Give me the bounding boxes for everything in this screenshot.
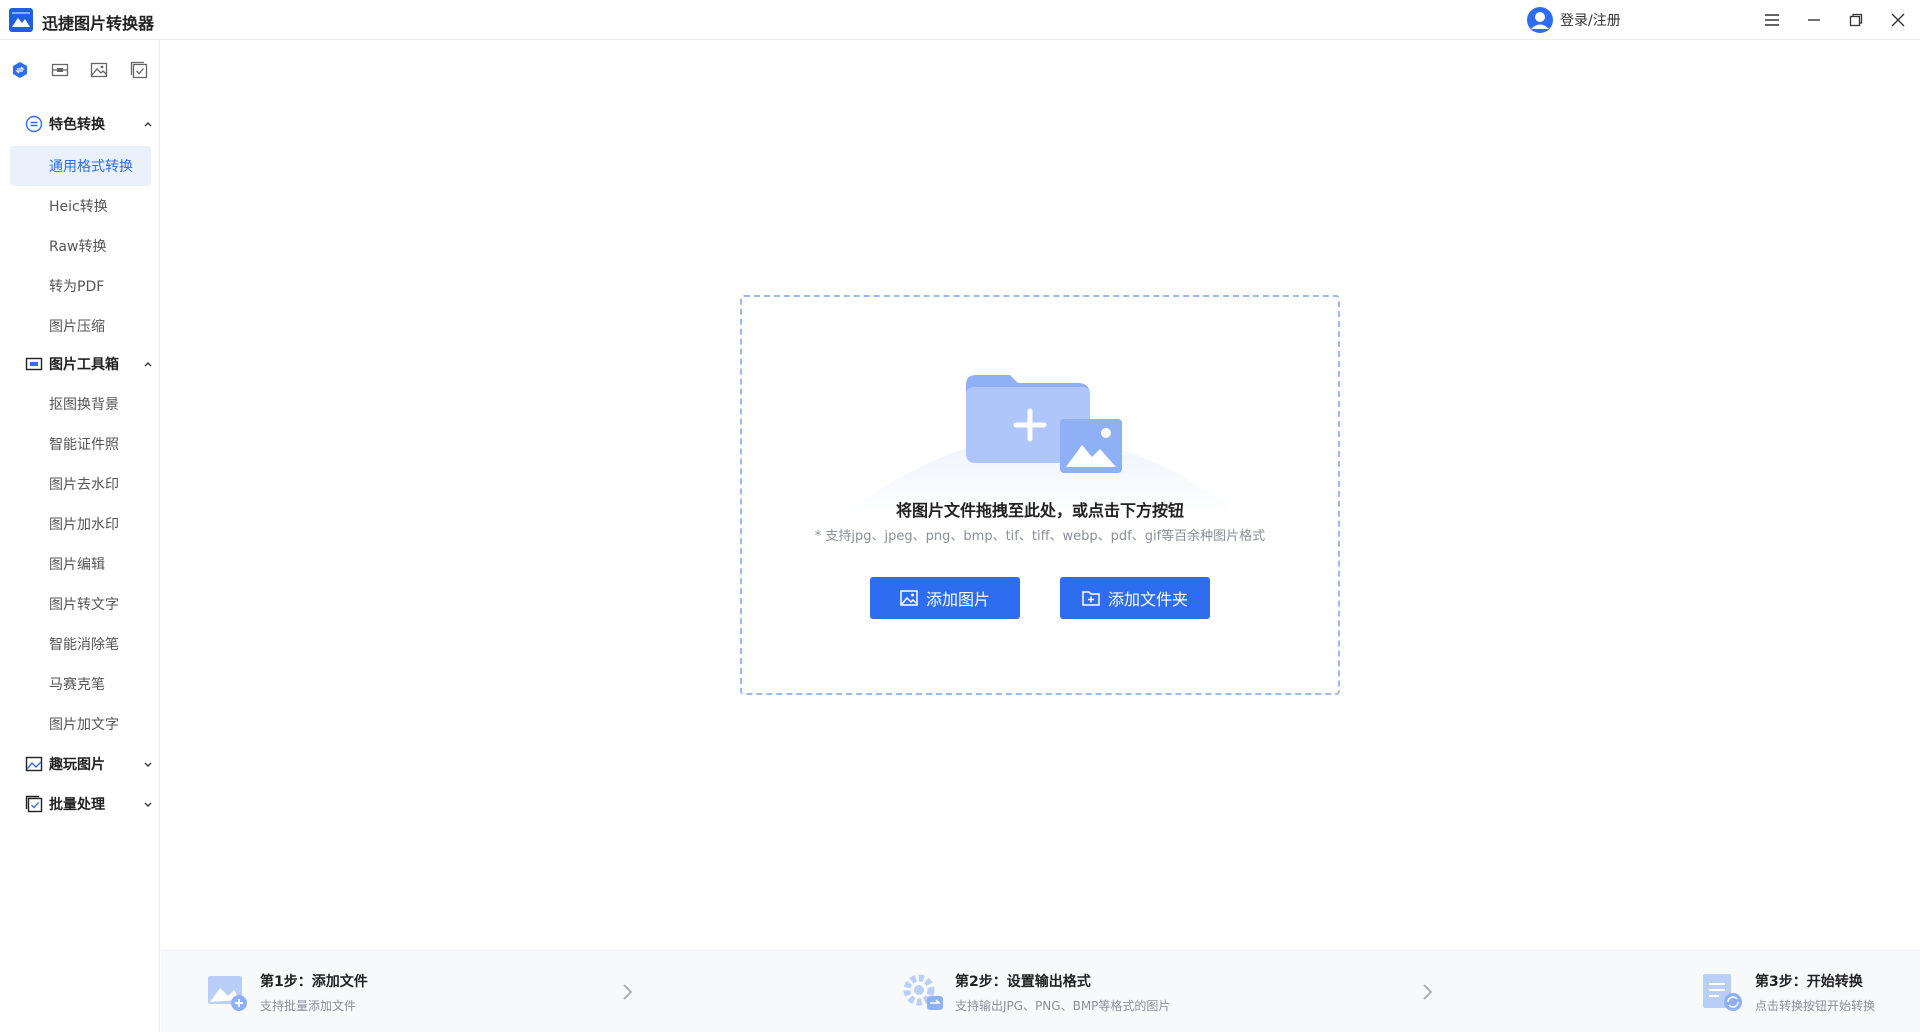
convert-icon: [13, 62, 27, 78]
step-1: 第1步：添加文件 支持批量添加文件: [206, 951, 368, 1032]
step-subtitle: 点击转换按钮开始转换: [1755, 998, 1876, 1013]
minimize-icon: [1808, 19, 1820, 21]
section-label: 图片工具箱: [49, 357, 119, 373]
app-window: 迅捷图片转换器 登录/注册 特色转换 通用格式转换 Heic转换 Raw转换 转…: [0, 0, 1920, 1032]
step-subtitle: 支持输出JPG、PNG、BMP等格式的图片: [955, 998, 1171, 1013]
sidebar-item-ocr[interactable]: 图片转文字: [10, 584, 151, 624]
add-image-button[interactable]: 添加图片: [870, 577, 1020, 619]
app-title: 迅捷图片转换器: [42, 14, 155, 33]
image-icon: [900, 590, 918, 606]
drop-zone-title: 将图片文件拖拽至此处，或点击下方按钮: [895, 501, 1184, 520]
section-fun-images[interactable]: 趣玩图片: [24, 751, 154, 777]
toolbox-section-icon: [24, 354, 44, 374]
sidebar-item-edit[interactable]: 图片编辑: [10, 544, 151, 584]
sidebar-tab-bar: [0, 58, 160, 88]
sidebar-item-heic[interactable]: Heic转换: [10, 186, 151, 226]
app-logo-icon: [9, 8, 33, 32]
section-toolbox[interactable]: 图片工具箱: [24, 351, 154, 377]
folder-add-icon: [1082, 591, 1100, 606]
batch-section-icon: [24, 794, 44, 814]
menu-button[interactable]: [1760, 8, 1784, 32]
section-feature-convert[interactable]: 特色转换: [24, 111, 154, 137]
tab-feature-convert[interactable]: [8, 58, 32, 82]
sidebar-item-raw[interactable]: Raw转换: [10, 226, 151, 266]
add-folder-button[interactable]: 添加文件夹: [1060, 577, 1210, 619]
step-title: 第3步：开始转换: [1755, 973, 1863, 990]
login-register-label: 登录/注册: [1560, 13, 1621, 29]
sidebar-item-general-convert[interactable]: 通用格式转换: [10, 146, 151, 186]
add-folder-label: 添加文件夹: [1107, 590, 1188, 609]
restore-icon: [1849, 13, 1863, 27]
close-button[interactable]: [1886, 8, 1910, 32]
step-title: 第2步：设置输出格式: [955, 973, 1091, 990]
user-avatar-icon: [1527, 7, 1553, 33]
step-title: 第1步：添加文件: [260, 973, 368, 990]
chevron-right-icon: [623, 984, 633, 1000]
sidebar-item-add-text[interactable]: 图片加文字: [10, 704, 151, 744]
step-3: 第3步：开始转换 点击转换按钮开始转换: [1701, 951, 1875, 1032]
start-convert-step-icon: [1703, 974, 1742, 1011]
settings-step-icon: [903, 974, 943, 1010]
section-label: 趣玩图片: [49, 757, 105, 773]
folder-add-illustration-icon: [966, 375, 1122, 473]
fun-images-section-icon: [24, 754, 44, 774]
step-2: 第2步：设置输出格式 支持输出JPG、PNG、BMP等格式的图片: [901, 951, 1170, 1032]
sidebar-item-to-pdf[interactable]: 转为PDF: [10, 266, 151, 306]
sidebar-item-remove-watermark[interactable]: 图片去水印: [10, 464, 151, 504]
supported-formats-hint: * 支持jpg、jpeg、png、bmp、tif、tiff、webp、pdf、g…: [814, 529, 1266, 544]
section-batch[interactable]: 批量处理: [24, 791, 154, 817]
chevron-up-icon: [142, 118, 154, 130]
close-icon: [1891, 13, 1905, 27]
hamburger-menu-icon: [1765, 14, 1779, 26]
step-subtitle: 支持批量添加文件: [260, 998, 357, 1013]
title-bar: 迅捷图片转换器 登录/注册: [0, 0, 1920, 40]
sidebar-item-mosaic[interactable]: 马赛克笔: [10, 664, 151, 704]
tab-toolbox[interactable]: [48, 58, 72, 82]
chevron-down-icon: [142, 798, 154, 810]
chevron-up-icon: [142, 358, 154, 370]
chevron-down-icon: [142, 758, 154, 770]
restore-button[interactable]: [1844, 8, 1868, 32]
convert-section-icon: [24, 114, 44, 134]
sidebar-item-add-watermark[interactable]: 图片加水印: [10, 504, 151, 544]
login-register-button[interactable]: 登录/注册: [1526, 6, 1621, 34]
sidebar-item-cutout[interactable]: 抠图换背景: [10, 384, 151, 424]
tab-fun-images[interactable]: [87, 58, 111, 82]
sidebar: 特色转换 通用格式转换 Heic转换 Raw转换 转为PDF 图片压缩 图片工具…: [0, 40, 160, 1032]
sidebar-item-compress[interactable]: 图片压缩: [10, 306, 151, 346]
add-image-label: 添加图片: [925, 590, 990, 609]
section-label: 特色转换: [49, 117, 105, 133]
image-icon: [90, 62, 108, 78]
tab-batch[interactable]: [127, 58, 151, 82]
minimize-button[interactable]: [1802, 8, 1826, 32]
sidebar-item-id-photo[interactable]: 智能证件照: [10, 424, 151, 464]
batch-icon: [130, 61, 148, 79]
steps-bar: 第1步：添加文件 支持批量添加文件 第2步：设置输出格式 支持输出JPG、PNG…: [161, 950, 1920, 1032]
add-file-step-icon: [208, 976, 247, 1011]
file-drop-zone[interactable]: 将图片文件拖拽至此处，或点击下方按钮 * 支持jpg、jpeg、png、bmp、…: [740, 295, 1340, 695]
sidebar-item-eraser[interactable]: 智能消除笔: [10, 624, 151, 664]
toolbox-icon: [51, 63, 69, 77]
chevron-right-icon: [1423, 984, 1433, 1000]
section-label: 批量处理: [49, 797, 105, 813]
